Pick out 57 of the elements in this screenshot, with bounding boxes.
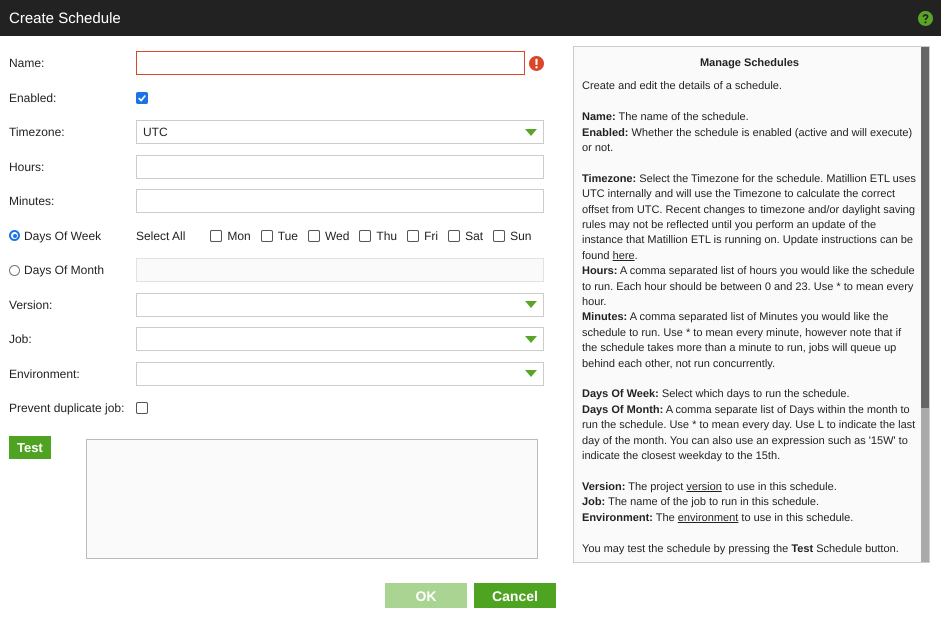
- help-link[interactable]: environment: [678, 512, 738, 524]
- checkbox[interactable]: [136, 92, 148, 104]
- field-label: Environment:: [9, 366, 81, 381]
- help-link[interactable]: version: [686, 480, 722, 493]
- day-label: Fri: [424, 228, 438, 243]
- text-field[interactable]: [136, 51, 525, 76]
- window-title: Create Schedule: [9, 10, 121, 26]
- day-label: Sun: [510, 228, 532, 243]
- field-label: Days Of Month: [24, 263, 104, 278]
- field-label: Version:: [9, 298, 54, 312]
- help-title: Manage Schedules: [698, 56, 800, 71]
- dropdown-caret-icon: [525, 370, 537, 378]
- day-label: Thu: [376, 228, 398, 243]
- dropdown-caret-icon: [525, 128, 537, 136]
- help-text: Name: The name of the schedule.: [582, 110, 750, 126]
- checkbox[interactable]: [308, 230, 320, 242]
- field-label: Job:: [9, 332, 33, 346]
- checkbox[interactable]: [210, 230, 222, 242]
- checkbox[interactable]: [359, 230, 372, 242]
- help-text: Create and edit the details of a schedule.: [582, 79, 783, 94]
- field-label: Hours:: [9, 160, 46, 174]
- dropdown-caret-icon: [525, 336, 537, 343]
- text-field[interactable]: [136, 154, 544, 179]
- help-text: You may test the schedule by pressing the Test Schedule button.: [582, 542, 900, 557]
- checkbox[interactable]: [136, 402, 148, 414]
- help-text: Timezone: Select the Timezone for the schedule. Matillion ETL uses UTC internally and will use the Timezone to calculate the correct offset from UTC. Recent changes to timezone and/or daylight saving rules may not be reflected until you perform an update of the instance that Matillion ETL is running on. Update instructions can be found here.: [582, 172, 917, 264]
- error-icon: [529, 56, 544, 71]
- field-label: Enabled:: [9, 90, 58, 105]
- checkbox[interactable]: [493, 230, 506, 242]
- field-label: Days Of Week: [24, 228, 102, 243]
- text-field[interactable]: [136, 189, 544, 214]
- help-icon[interactable]: [918, 10, 933, 26]
- field-label: Minutes:: [9, 194, 56, 208]
- day-label: Sat: [465, 228, 484, 243]
- dropdown-caret-icon: [525, 301, 537, 308]
- help-link[interactable]: here: [612, 250, 635, 262]
- field-label: Prevent duplicate job:: [9, 401, 126, 416]
- checkbox[interactable]: [448, 230, 460, 242]
- field-label: Timezone:: [9, 125, 66, 140]
- help-text: Version: The project version to use in this schedule.: [582, 480, 838, 495]
- checkbox[interactable]: [407, 230, 420, 242]
- help-text: Hours: A comma separated list of hours you would like the schedule to run. Each hour should be between 0 and 23. Use * to mean every hour.: [582, 264, 916, 310]
- radio-button[interactable]: [9, 230, 20, 242]
- help-text: Environment: The environment to use in this schedule.: [582, 510, 854, 526]
- day-label: Tue: [278, 228, 298, 243]
- help-text: Days Of Month: A comma separate list of Days within the month to run the schedule. Use * to mean every day. Use L to indicate the last day of the month. You can also use an expression such as '15W' to indicate the closest weekday to the 15th.: [582, 402, 916, 464]
- dropdown[interactable]: UTC: [136, 120, 544, 144]
- scrollbar[interactable]: [921, 47, 929, 562]
- help-text: Minutes: A comma separated list of Minutes you would like the schedule to run. Use * to mean every minute, however note that if the schedule takes more than a minute to run, jobs will queue up behind each other, not run concurrently.: [582, 310, 902, 372]
- checkbox[interactable]: [260, 230, 273, 242]
- select-all-link[interactable]: Select All: [136, 228, 186, 243]
- help-text: Job: The name of the job to run in this schedule.: [582, 495, 820, 510]
- help-text: Enabled: Whether the schedule is enabled (active and will execute) or not.: [582, 126, 914, 156]
- day-label: Wed: [324, 228, 350, 243]
- field-label: Name:: [9, 56, 46, 70]
- help-text: Days Of Week: Select which days to run the schedule.: [582, 387, 851, 402]
- day-label: Mon: [227, 228, 251, 243]
